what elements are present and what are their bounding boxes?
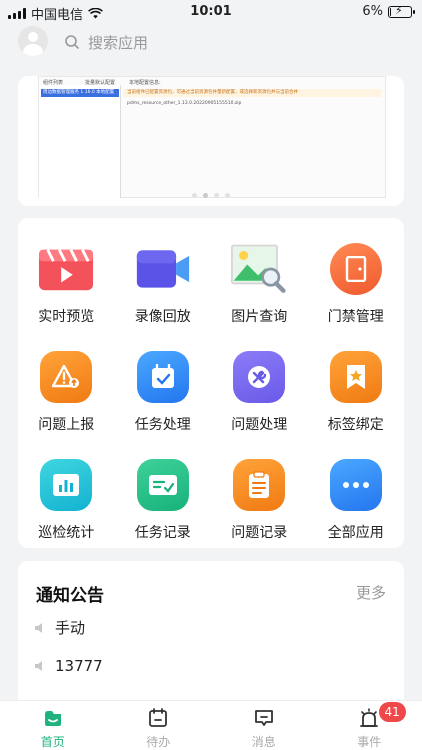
tab-home[interactable]: 首页	[0, 701, 106, 750]
app-issue-record[interactable]: 问题记录	[211, 458, 308, 542]
status-right: 6% ⚡	[362, 4, 415, 19]
banner-image: 组件列表 批量默认配置 本地配置信息: 周边数据管理服务 1.16.0 本地配置…	[38, 76, 386, 198]
shot-col3: 本地配置信息:	[129, 80, 161, 86]
app-access-control[interactable]: 门禁管理	[308, 242, 405, 326]
app-grid: 实时预览 录像回放 图片查询 门禁管理 问题上报 任务处理 问题处理 标签绑定 …	[18, 242, 404, 542]
notice-item[interactable]: 手动	[34, 617, 85, 638]
app-label: 实时预览	[38, 309, 95, 325]
app-task-record[interactable]: 任务记录	[115, 458, 212, 542]
speaker-icon	[35, 622, 42, 633]
app-live-preview[interactable]: 实时预览	[18, 242, 115, 326]
battery-icon: ⚡	[388, 4, 415, 18]
event-icon	[358, 707, 380, 728]
app-label: 录像回放	[134, 309, 191, 325]
app-label: 标签绑定	[327, 417, 384, 433]
app-label: 巡检统计	[38, 525, 95, 541]
notice-item-text: 13777	[55, 657, 103, 675]
shot-file: pdms_resource_other_1.13.0.2022090515551…	[127, 101, 242, 106]
notice-card: 通知公告 更多 手动 13777	[18, 561, 404, 711]
task-record-icon	[135, 458, 191, 512]
carousel-dot[interactable]	[225, 193, 230, 198]
warning-upload-icon	[38, 350, 94, 404]
status-bar: 中国电信 10:01 6% ⚡	[0, 0, 422, 24]
clipboard-icon	[231, 458, 287, 512]
app-label: 问题上报	[38, 417, 95, 433]
app-label: 任务记录	[134, 525, 191, 541]
shot-selected-row: 周边数据管理服务 1.16.0 本地配置	[41, 89, 119, 97]
carousel-dot[interactable]	[192, 193, 197, 198]
carousel-dot[interactable]	[214, 193, 219, 198]
battery-percent: 6%	[362, 4, 383, 19]
more-dots-icon	[328, 458, 384, 512]
search-row: 搜索应用	[0, 26, 422, 58]
speaker-icon	[35, 661, 42, 671]
image-search-icon	[231, 242, 287, 296]
video-camera-icon	[135, 242, 191, 296]
app-label: 图片查询	[231, 309, 288, 325]
app-issue-handle[interactable]: 问题处理	[211, 350, 308, 434]
notice-title: 通知公告	[36, 586, 104, 606]
app-tag-binding[interactable]: 标签绑定	[308, 350, 405, 434]
banner-carousel[interactable]: 组件列表 批量默认配置 本地配置信息: 周边数据管理服务 1.16.0 本地配置…	[18, 76, 404, 206]
notice-item[interactable]: 13777	[34, 657, 103, 675]
message-icon	[253, 707, 275, 728]
app-inspection-stats[interactable]: 巡检统计	[18, 458, 115, 542]
carousel-dots	[18, 193, 404, 198]
search-icon	[65, 35, 79, 49]
todo-icon	[147, 707, 169, 728]
search-input[interactable]: 搜索应用	[60, 28, 400, 56]
tab-bar: 首页 待办 消息 事件 41	[0, 700, 422, 750]
avatar[interactable]	[18, 26, 48, 56]
tools-icon	[231, 350, 287, 404]
app-task-handle[interactable]: 任务处理	[115, 350, 212, 434]
notice-item-text: 手动	[55, 619, 86, 637]
app-label: 门禁管理	[327, 309, 384, 325]
tab-todo[interactable]: 待办	[106, 701, 212, 750]
tab-label: 待办	[146, 735, 171, 749]
search-placeholder: 搜索应用	[88, 33, 149, 52]
app-label: 问题记录	[231, 525, 288, 541]
shot-warning: 当前组件已配置资源包，可通过当前资源包并量新配置，或选择新资源包并与当前合并	[123, 89, 381, 97]
tab-messages[interactable]: 消息	[211, 701, 317, 750]
bar-chart-icon	[38, 458, 94, 512]
status-time: 10:01	[190, 4, 232, 19]
app-label: 全部应用	[327, 525, 384, 541]
tab-label: 首页	[40, 735, 65, 749]
tab-events[interactable]: 事件 41	[317, 701, 422, 750]
tag-star-icon	[328, 350, 384, 404]
app-issue-report[interactable]: 问题上报	[18, 350, 115, 434]
carousel-dot[interactable]	[203, 193, 208, 198]
video-play-icon	[38, 242, 94, 296]
door-icon	[328, 242, 384, 296]
app-all-apps[interactable]: 全部应用	[308, 458, 405, 542]
notice-more-link[interactable]: 更多	[356, 582, 386, 603]
app-label: 任务处理	[134, 417, 191, 433]
app-label: 问题处理	[231, 417, 288, 433]
home-icon	[42, 707, 64, 728]
app-playback[interactable]: 录像回放	[115, 242, 212, 326]
calendar-check-icon	[135, 350, 191, 404]
app-grid-card: 实时预览 录像回放 图片查询 门禁管理 问题上报 任务处理 问题处理 标签绑定 …	[18, 218, 404, 548]
app-image-search[interactable]: 图片查询	[211, 242, 308, 326]
tab-label: 事件	[357, 735, 382, 749]
tab-label: 消息	[251, 735, 276, 749]
event-badge: 41	[378, 702, 406, 722]
